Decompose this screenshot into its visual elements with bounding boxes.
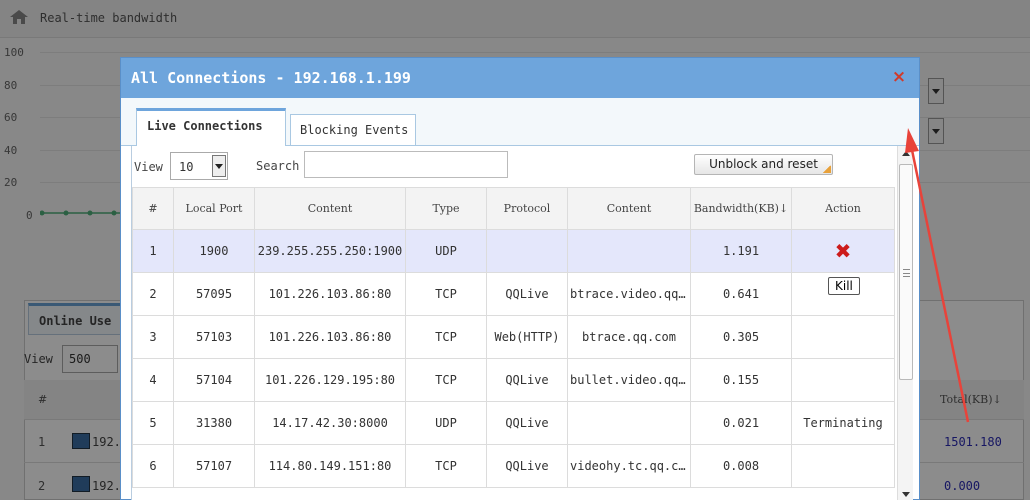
bandwidth-value: 0.021 [690, 401, 792, 445]
dialog-title: All Connections - 192.168.1.199 [131, 69, 411, 87]
column-header-protocol[interactable]: Protocol [486, 187, 568, 230]
protocol: QQLive [486, 444, 568, 488]
kill-connection-icon[interactable]: ✖ [835, 241, 852, 261]
column-header-content[interactable]: Content [567, 187, 691, 230]
content-host: bullet.video.qq… [567, 358, 691, 402]
scrollbar-thumb[interactable] [899, 164, 913, 380]
connection-type: UDP [405, 401, 487, 445]
grip-icon [903, 269, 910, 277]
column-header-type[interactable]: Type [405, 187, 487, 230]
table-toolbar: View 10 Search Unblock and reset [132, 146, 897, 186]
content-host [567, 229, 691, 273]
bandwidth-value: 0.155 [690, 358, 792, 402]
remote-address: 101.226.129.195:80 [254, 358, 406, 402]
live-connections-panel: View 10 Search Unblock and reset # Local… [131, 146, 913, 500]
column-header-local-port[interactable]: Local Port [173, 187, 255, 230]
kill-button[interactable]: Kill [828, 277, 860, 295]
table-row[interactable]: 2 57095 101.226.103.86:80 TCP QQLive btr… [132, 272, 895, 316]
unblock-and-reset-button[interactable]: Unblock and reset [694, 154, 833, 175]
column-header-bandwidth[interactable]: Bandwidth(KB)↓ [690, 187, 792, 230]
remote-address: 239.255.255.250:1900 [254, 229, 406, 273]
content-host [567, 401, 691, 445]
tab-label: Blocking Events [300, 123, 409, 137]
row-number: 2 [132, 272, 174, 316]
action-status: Terminating [791, 401, 895, 445]
row-number: 4 [132, 358, 174, 402]
protocol: QQLive [486, 272, 568, 316]
local-port: 57095 [173, 272, 255, 316]
vertical-scrollbar[interactable] [897, 146, 913, 500]
page-size-value: 10 [179, 160, 194, 174]
local-port: 1900 [173, 229, 255, 273]
content-host: btrace.qq.com [567, 315, 691, 359]
close-icon[interactable]: × [889, 66, 909, 88]
protocol: Web(HTTP) [486, 315, 568, 359]
table-row[interactable]: 6 57107 114.80.149.151:80 TCP QQLive vid… [132, 444, 895, 488]
connection-type: TCP [405, 358, 487, 402]
page-size-select[interactable]: 10 [170, 152, 228, 180]
tab-live-connections[interactable]: Live Connections [136, 108, 286, 147]
connection-type: TCP [405, 272, 487, 316]
table-header-row: # Local Port Content Type Protocol Conte… [132, 187, 895, 230]
column-header-index[interactable]: # [132, 187, 174, 230]
remote-address: 101.226.103.86:80 [254, 315, 406, 359]
local-port: 57107 [173, 444, 255, 488]
row-number: 3 [132, 315, 174, 359]
bandwidth-value: 0.305 [690, 315, 792, 359]
scroll-up-arrow-icon[interactable] [902, 151, 910, 156]
table-row[interactable]: 4 57104 101.226.129.195:80 TCP QQLive bu… [132, 358, 895, 402]
content-host: btrace.video.qq… [567, 272, 691, 316]
row-number: 6 [132, 444, 174, 488]
all-connections-dialog: All Connections - 192.168.1.199 × Live C… [120, 57, 920, 500]
dialog-titlebar[interactable]: All Connections - 192.168.1.199 × [121, 58, 919, 98]
row-number: 5 [132, 401, 174, 445]
action-cell: Kill [791, 272, 895, 316]
content-host: videohy.tc.qq.c… [567, 444, 691, 488]
protocol: QQLive [486, 358, 568, 402]
bandwidth-value: 1.191 [690, 229, 792, 273]
search-label: Search [256, 159, 300, 173]
local-port: 31380 [173, 401, 255, 445]
local-port: 57104 [173, 358, 255, 402]
tab-blocking-events[interactable]: Blocking Events [290, 114, 416, 146]
local-port: 57103 [173, 315, 255, 359]
connection-type: UDP [405, 229, 487, 273]
scroll-down-arrow-icon[interactable] [902, 492, 910, 497]
action-cell [791, 315, 895, 359]
action-cell: ✖ [791, 229, 895, 273]
search-input[interactable] [304, 151, 508, 178]
protocol: QQLive [486, 401, 568, 445]
remote-address: 101.226.103.86:80 [254, 272, 406, 316]
table-row[interactable]: 3 57103 101.226.103.86:80 TCP Web(HTTP) … [132, 315, 895, 359]
dialog-tabs: Live Connections Blocking Events [121, 98, 919, 147]
connection-type: TCP [405, 315, 487, 359]
remote-address: 114.80.149.151:80 [254, 444, 406, 488]
tab-label: Live Connections [147, 119, 263, 133]
protocol [486, 229, 568, 273]
view-label: View [134, 160, 163, 174]
bandwidth-value: 0.641 [690, 272, 792, 316]
connections-table: # Local Port Content Type Protocol Conte… [132, 187, 895, 488]
chevron-down-icon[interactable] [212, 155, 226, 177]
table-row[interactable]: 1 1900 239.255.255.250:1900 UDP 1.191 ✖ [132, 229, 895, 273]
column-header-action: Action [791, 187, 895, 230]
connection-type: TCP [405, 444, 487, 488]
action-cell [791, 358, 895, 402]
column-header-remote[interactable]: Content [254, 187, 406, 230]
row-number: 1 [132, 229, 174, 273]
remote-address: 14.17.42.30:8000 [254, 401, 406, 445]
action-cell [791, 444, 895, 488]
table-row[interactable]: 5 31380 14.17.42.30:8000 UDP QQLive 0.02… [132, 401, 895, 445]
bandwidth-value: 0.008 [690, 444, 792, 488]
